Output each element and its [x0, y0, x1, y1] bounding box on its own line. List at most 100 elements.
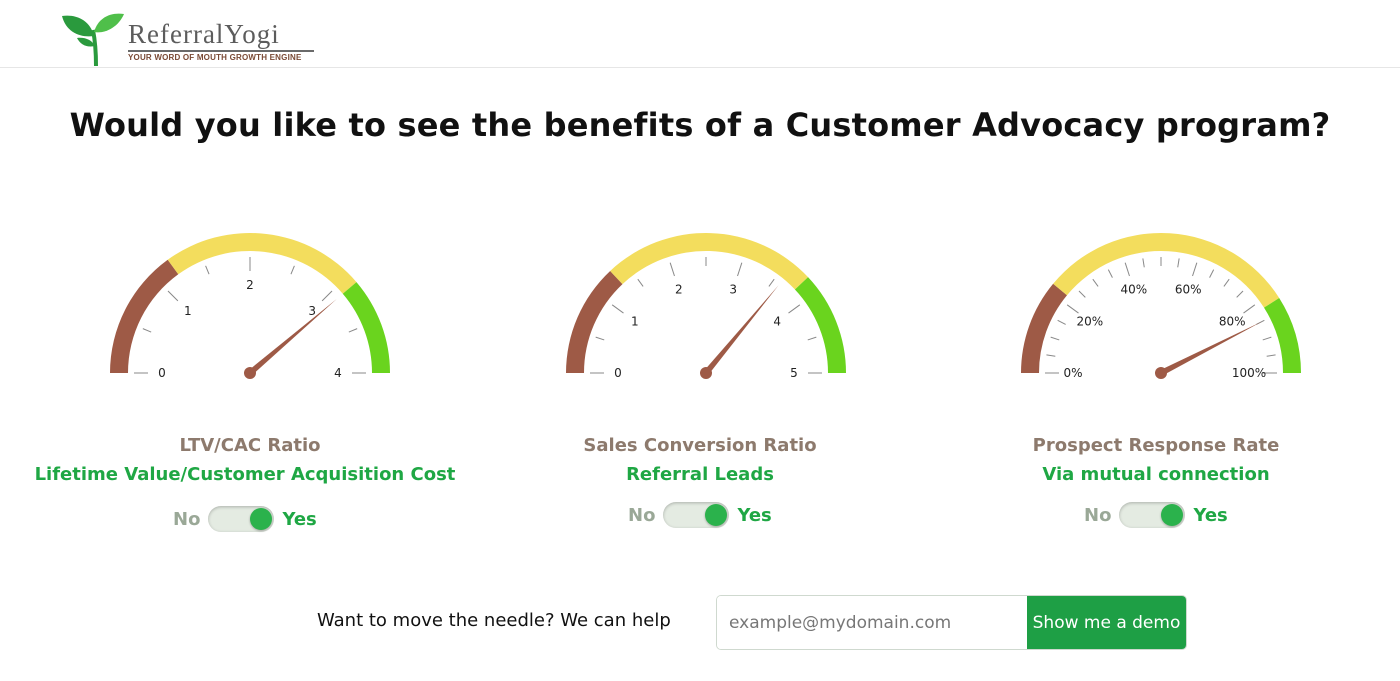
gauge-minor-tick	[1046, 354, 1056, 357]
gauge-minor-tick	[637, 278, 644, 287]
gauge-minor-tick	[1142, 258, 1145, 268]
gauge-title: LTV/CAC Ratio	[179, 435, 321, 456]
gauge-tick-label: 3	[308, 304, 316, 318]
gauge-needle-hub	[244, 367, 256, 379]
gauge-minor-tick	[595, 336, 605, 341]
gauge-minor-tick	[290, 265, 295, 275]
gauge-sales-conversion: 0 1 2 3 4 5 Sales Conversion Ratio Referral L…	[450, 205, 950, 535]
gauge-major-tick	[737, 262, 743, 277]
gauge-subtitle: Referral Leads	[626, 464, 774, 485]
toggle-no-label: No	[173, 508, 201, 530]
toggle-yes-label: Yes	[282, 508, 317, 530]
gauge-tick-label: 2	[675, 282, 683, 296]
gauge-tick-label: 0%	[1063, 366, 1082, 380]
gauge-minor-tick	[1236, 290, 1244, 298]
gauge-major-tick	[611, 304, 624, 314]
gauge-dial: 0 1 2 3 4 5	[566, 232, 846, 380]
gauge-tick-label: 0	[614, 366, 622, 380]
gauge-major-tick	[669, 262, 675, 277]
toggle-knob	[250, 508, 273, 530]
gauge-minor-tick	[807, 336, 817, 341]
gauge-minor-tick	[1107, 269, 1113, 278]
gauge-subtitle: Lifetime Value/Customer Acquisition Cost	[34, 464, 456, 485]
gauge-tick-label: 5	[790, 366, 798, 380]
gauge-major-tick	[321, 290, 333, 302]
gauge-zone-yellow	[167, 232, 357, 294]
brand-name: ReferralYogi	[128, 19, 280, 49]
gauge-minor-tick	[1057, 319, 1066, 325]
demo-request-form: Show me a demo	[716, 595, 1187, 650]
brand-logo[interactable]: ReferralYogi YOUR WORD OF MOUTH GROWTH E…	[60, 6, 320, 66]
advocacy-toggle[interactable]: No Yes	[1084, 500, 1228, 530]
gauge-zone-green	[342, 282, 390, 373]
toggle-knob	[705, 504, 728, 526]
gauge-tick-label: 4	[334, 366, 342, 380]
gauge-minor-tick	[1092, 278, 1099, 287]
site-header: ReferralYogi YOUR WORD OF MOUTH GROWTH E…	[0, 0, 1400, 68]
toggle-no-label: No	[1084, 504, 1112, 526]
gauge-title: Sales Conversion Ratio	[583, 435, 817, 456]
gauge-minor-tick	[1262, 336, 1272, 341]
gauge-zone-red	[110, 259, 179, 373]
gauge-minor-tick	[348, 328, 358, 333]
show-demo-button[interactable]: Show me a demo	[1027, 596, 1186, 649]
gauge-minor-tick	[205, 265, 210, 275]
toggle-switch[interactable]	[208, 506, 275, 532]
gauge-minor-tick	[1177, 258, 1180, 268]
gauge-minor-tick	[1078, 290, 1086, 298]
gauge-zone-yellow	[1053, 233, 1280, 308]
toggle-yes-label: Yes	[737, 504, 772, 526]
gauge-tick-label: 100%	[1232, 366, 1266, 380]
gauge-minor-tick	[1223, 278, 1230, 287]
gauge-title: Prospect Response Rate	[1032, 435, 1280, 456]
gauge-major-tick	[167, 290, 179, 302]
page-headline: Would you like to see the benefits of a …	[69, 106, 1331, 144]
gauge-zone-red	[1021, 283, 1067, 373]
toggle-yes-label: Yes	[1193, 504, 1228, 526]
gauge-ltv-cac: 0 1 2 3 4 LTV/CAC Ratio Lifetime Value/Custo…	[0, 205, 500, 535]
gauge-major-tick	[1066, 304, 1079, 314]
email-field[interactable]	[717, 596, 1027, 649]
gauge-subtitle: Via mutual connection	[1042, 464, 1270, 485]
gauge-minor-tick	[768, 278, 775, 287]
advocacy-toggle[interactable]: No Yes	[173, 504, 317, 534]
gauge-tick-label: 80%	[1219, 314, 1246, 328]
brand-tagline: YOUR WORD OF MOUTH GROWTH ENGINE	[128, 53, 302, 62]
gauge-tick-label: 4	[773, 314, 781, 328]
gauge-needle	[703, 285, 779, 375]
gauge-minor-tick	[1050, 336, 1060, 341]
toggle-knob	[1161, 504, 1184, 526]
gauge-minor-tick	[1209, 269, 1215, 278]
gauge-tick-label: 3	[729, 282, 737, 296]
gauge-minor-tick	[1266, 354, 1276, 357]
gauge-tick-label: 1	[631, 314, 639, 328]
gauge-zone-red	[566, 270, 623, 373]
gauge-tick-label: 2	[246, 278, 254, 292]
gauge-dial: 0% 20% 40% 60% 80% 100%	[1021, 233, 1301, 380]
gauge-major-tick	[1243, 304, 1256, 314]
gauge-tick-label: 60%	[1175, 282, 1202, 296]
gauge-tick-label: 40%	[1120, 282, 1147, 296]
gauge-dial: 0 1 2 3 4	[110, 232, 390, 380]
gauge-tick-label: 1	[184, 304, 192, 318]
gauge-zone-green	[794, 277, 846, 373]
gauge-tick-label: 20%	[1076, 314, 1103, 328]
gauge-tick-label: 0	[158, 366, 166, 380]
gauge-needle	[248, 298, 337, 376]
gauge-minor-tick	[142, 328, 152, 333]
seedling-icon	[62, 13, 124, 66]
gauge-zone-yellow	[610, 232, 809, 290]
toggle-switch[interactable]	[663, 502, 730, 528]
advocacy-toggle[interactable]: No Yes	[628, 500, 772, 530]
gauge-zone-green	[1264, 297, 1301, 373]
gauge-needle-hub	[700, 367, 712, 379]
toggle-no-label: No	[628, 504, 656, 526]
cta-text: Want to move the needle? We can help	[317, 610, 671, 631]
gauge-prospect-response: 0% 20% 40% 60% 80% 100% Prospect Response Rat…	[900, 205, 1400, 535]
gauge-needle-hub	[1155, 367, 1167, 379]
gauge-major-tick	[1124, 262, 1130, 277]
gauge-major-tick	[788, 304, 801, 314]
brand-rule	[128, 50, 314, 52]
toggle-switch[interactable]	[1119, 502, 1186, 528]
gauge-major-tick	[1192, 262, 1198, 277]
